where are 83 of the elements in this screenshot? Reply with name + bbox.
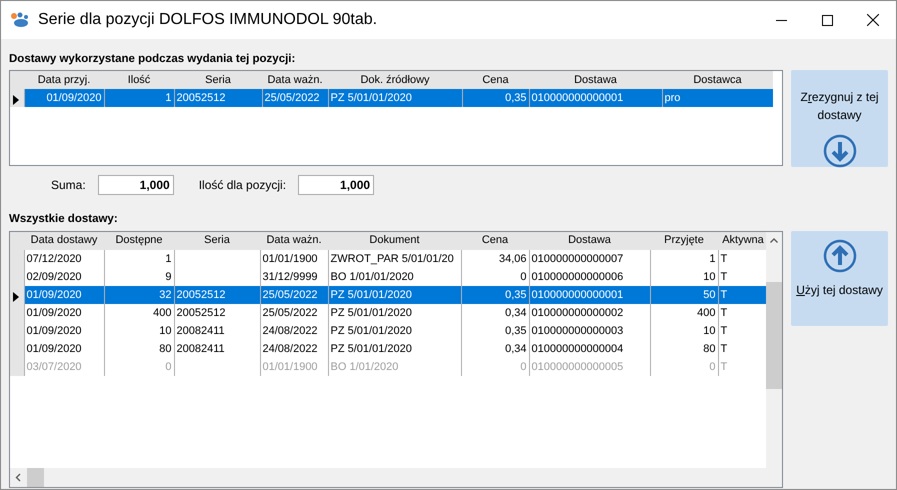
- table-cell[interactable]: BO 1/01/01/2020: [330, 270, 414, 282]
- table-cell[interactable]: T: [720, 252, 728, 264]
- table-cell[interactable]: 20082411: [176, 324, 225, 336]
- column-header[interactable]: Data ważn.: [260, 232, 328, 250]
- table-cell[interactable]: 9: [165, 270, 172, 282]
- table-cell[interactable]: 01/09/2020: [26, 342, 82, 354]
- arrow-up-icon: [822, 238, 857, 272]
- table-cell[interactable]: 10: [159, 324, 172, 336]
- table-cell[interactable]: 80: [703, 342, 716, 354]
- table-cell[interactable]: 1: [165, 252, 172, 264]
- horizontal-scrollbar[interactable]: [10, 468, 782, 486]
- column-header[interactable]: Dostawca: [662, 71, 773, 90]
- table-cell[interactable]: 25/05/2022: [262, 306, 318, 318]
- table-cell[interactable]: pro: [664, 92, 680, 104]
- table-cell[interactable]: 400: [153, 306, 172, 318]
- arrow-down-icon: [822, 134, 857, 168]
- close-icon: [867, 14, 879, 26]
- column-header[interactable]: Dostępne: [104, 232, 174, 250]
- table-cell[interactable]: 24/08/2022: [262, 324, 318, 336]
- table-cell[interactable]: 10: [703, 270, 716, 282]
- table-cell[interactable]: PZ 5/01/01/2020: [330, 342, 412, 354]
- column-header[interactable]: Dok. źródłowy: [328, 71, 462, 90]
- table-cell[interactable]: 010000000000006: [532, 270, 624, 282]
- table-cell[interactable]: 10: [703, 324, 716, 336]
- field-label: Suma:: [51, 177, 86, 194]
- table-cell[interactable]: 20052512: [176, 306, 226, 318]
- column-header[interactable]: Ilość: [104, 71, 174, 90]
- window-title: Serie dla pozycji DOLFOS IMMUNODOL 90tab.: [38, 10, 378, 30]
- table-cell[interactable]: ZWROT_PAR 5/01/01/20: [330, 252, 454, 264]
- section-label: Dostawy wykorzystane podczas wydania tej pozycji:: [9, 52, 296, 67]
- column-header[interactable]: Data ważn.: [262, 71, 328, 90]
- table-cell[interactable]: PZ 5/01/01/2020: [330, 324, 412, 336]
- scrollbar-thumb[interactable]: [766, 282, 782, 388]
- table-cell[interactable]: 02/09/2020: [26, 270, 82, 282]
- table-cell[interactable]: 20082411: [176, 342, 225, 354]
- table-cell[interactable]: 07/12/2020: [26, 252, 82, 264]
- column-header[interactable]: Seria: [174, 232, 260, 250]
- table-cell[interactable]: 400: [697, 306, 716, 318]
- table-cell[interactable]: 80: [159, 342, 172, 354]
- table-cell[interactable]: 010000000000007: [532, 252, 624, 264]
- scrollbar-thumb[interactable]: [27, 468, 44, 486]
- table-cell[interactable]: PZ 5/01/01/2020: [330, 306, 412, 318]
- column-header[interactable]: Dostawa: [529, 71, 662, 90]
- table-cell[interactable]: 0,34: [505, 342, 526, 354]
- remove-delivery-button[interactable]: Zrezygnuj z tej dostawy: [791, 70, 888, 168]
- table-cell[interactable]: T: [720, 324, 728, 336]
- column-header[interactable]: Dokument: [328, 232, 461, 250]
- table-cell[interactable]: 32: [159, 288, 172, 300]
- use-delivery-button[interactable]: Użyj tej dostawy: [791, 230, 888, 326]
- table-cell[interactable]: T: [720, 270, 728, 282]
- column-header[interactable]: Data dostawy: [24, 232, 104, 250]
- column-header[interactable]: Data przyj.: [24, 71, 104, 90]
- field-label: Ilość dla pozycji:: [198, 177, 286, 194]
- column-header[interactable]: Cena: [461, 232, 529, 250]
- section-label: Wszystkie dostawy:: [9, 212, 119, 228]
- table-cell[interactable]: 50: [703, 288, 716, 300]
- table-cell[interactable]: T: [720, 306, 728, 318]
- table-cell[interactable]: T: [720, 288, 728, 300]
- table-cell[interactable]: 0,34: [505, 306, 526, 318]
- table-cell[interactable]: 0: [520, 270, 526, 282]
- number-field[interactable]: 1,000: [298, 175, 374, 196]
- vertical-scrollbar[interactable]: [766, 232, 782, 468]
- maximize-icon: [822, 14, 832, 26]
- column-header[interactable]: Przyjęte: [650, 232, 718, 250]
- table-cell[interactable]: 31/12/9999: [262, 270, 318, 282]
- column-header[interactable]: Dostawa: [529, 232, 650, 250]
- column-header[interactable]: Aktywna: [718, 232, 768, 250]
- table-cell[interactable]: 01/09/2020: [26, 324, 82, 336]
- table-cell[interactable]: 010000000000003: [532, 324, 624, 336]
- app-icon: [10, 12, 30, 28]
- table-cell[interactable]: 34,06: [498, 252, 526, 264]
- table-cell[interactable]: 1: [165, 92, 172, 104]
- table-cell[interactable]: 010000000000002: [532, 306, 624, 318]
- column-header[interactable]: Cena: [462, 71, 529, 90]
- table-cell[interactable]: 1: [709, 252, 716, 264]
- table-cell[interactable]: 010000000000004: [532, 342, 624, 354]
- table-cell[interactable]: 01/01/1900: [262, 252, 318, 264]
- table-cell[interactable]: 24/08/2022: [262, 342, 318, 354]
- column-header[interactable]: Seria: [174, 71, 262, 90]
- table-cell[interactable]: 0,35: [505, 324, 526, 336]
- number-field[interactable]: 1,000: [98, 175, 174, 196]
- table-cell[interactable]: 01/09/2020: [26, 306, 82, 318]
- table-cell[interactable]: T: [720, 342, 728, 354]
